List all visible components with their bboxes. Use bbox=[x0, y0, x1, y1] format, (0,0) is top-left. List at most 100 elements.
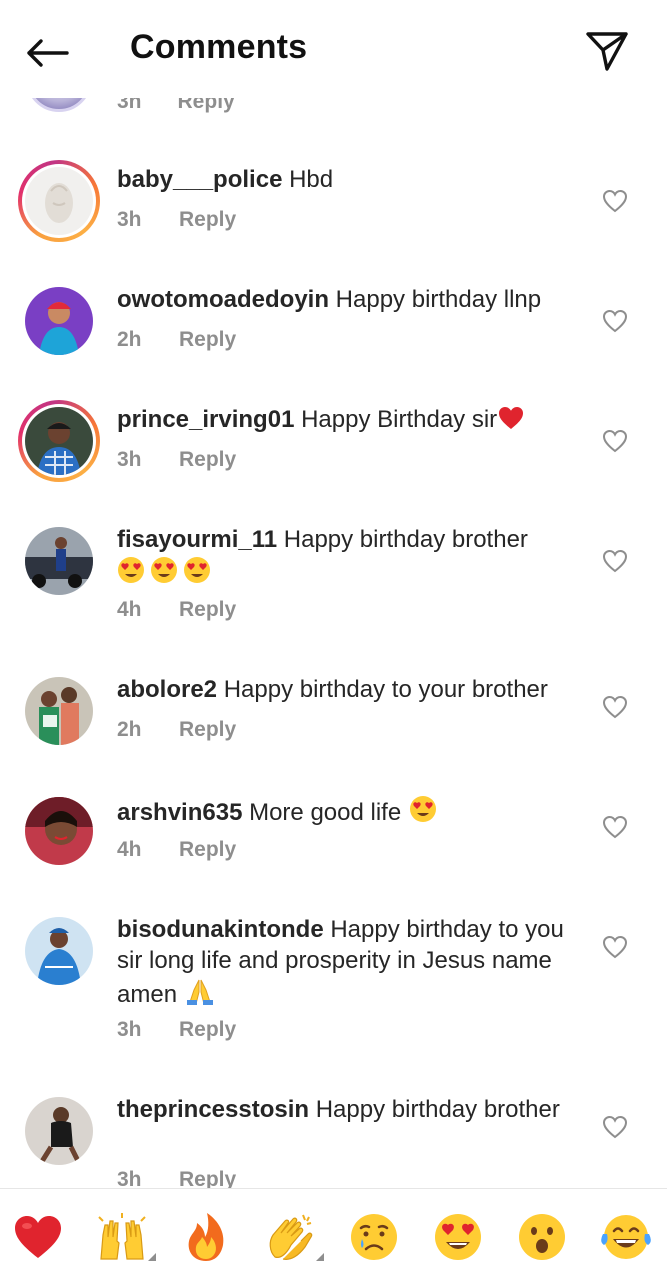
comment-item: fisayourmi_11 Happy birthday brother 4h R… bbox=[0, 520, 667, 650]
fire-emoji-button[interactable] bbox=[178, 1209, 234, 1265]
variant-indicator bbox=[316, 1253, 324, 1261]
comment-item: arshvin635 More good life 4h Reply bbox=[0, 790, 667, 890]
avatar[interactable] bbox=[18, 280, 100, 362]
avatar[interactable] bbox=[18, 520, 100, 602]
avatar-image bbox=[25, 917, 93, 985]
tears-of-joy-emoji bbox=[601, 1215, 651, 1259]
back-button[interactable] bbox=[20, 26, 74, 80]
red-heart-emoji bbox=[497, 405, 525, 439]
comment-meta: 3h Reply bbox=[117, 448, 236, 472]
like-button[interactable] bbox=[600, 546, 630, 576]
comment-body: arshvin635 More good life bbox=[117, 794, 579, 832]
like-button[interactable] bbox=[600, 812, 630, 842]
comment-meta: 3h Reply bbox=[117, 1018, 236, 1042]
comment-username[interactable]: prince_irving01 bbox=[117, 406, 294, 433]
red-heart-emoji bbox=[15, 1216, 61, 1258]
comment-time: 3h bbox=[117, 1018, 142, 1041]
comment-item: owotomoadedoyin Happy birthday llnp 2h Re… bbox=[0, 280, 667, 380]
comment-body: owotomoadedoyin Happy birthday llnp bbox=[117, 284, 579, 315]
heart-outline-icon bbox=[602, 695, 628, 719]
comment-text: Hbd bbox=[289, 166, 334, 193]
like-button[interactable] bbox=[600, 426, 630, 456]
heart-eyes-emoji bbox=[408, 794, 438, 832]
avatar bbox=[25, 167, 93, 235]
comment-text: Happy birthday llnp bbox=[335, 286, 542, 313]
reply-button[interactable]: Reply bbox=[179, 208, 236, 231]
tears-of-joy-emoji-button[interactable] bbox=[598, 1209, 654, 1265]
like-button[interactable] bbox=[600, 306, 630, 336]
comment-body: theprincesstosin Happy birthday brother bbox=[117, 1094, 579, 1125]
avatar-image bbox=[25, 527, 93, 595]
reply-button[interactable]: Reply bbox=[179, 1018, 236, 1041]
heart-eyes-emoji bbox=[117, 555, 213, 593]
avatar[interactable] bbox=[18, 910, 100, 992]
comment-time: 3h bbox=[117, 1168, 142, 1188]
comment-time: 3h bbox=[117, 448, 142, 471]
comment-meta: 4h Reply bbox=[117, 838, 236, 862]
comment-body: bisodunakintonde Happy birthday to you s… bbox=[117, 914, 579, 1014]
comment-text: Happy birthday to your brother bbox=[223, 676, 548, 703]
comment-username[interactable]: bisodunakintonde bbox=[117, 916, 324, 943]
header: Comments bbox=[0, 0, 667, 98]
reply-button[interactable]: Reply bbox=[179, 718, 236, 741]
avatar[interactable] bbox=[18, 670, 100, 752]
comment-list[interactable]: baby___police Hbd 3h Reply owotomoadedoy… bbox=[0, 120, 667, 1188]
comment-text: Happy birthday brother bbox=[315, 1096, 560, 1123]
comment-text: Happy Birthday sir bbox=[301, 406, 498, 433]
avatar-image bbox=[25, 287, 93, 355]
reply-button[interactable]: Reply bbox=[179, 328, 236, 351]
comment-item: prince_irving01 Happy Birthday sir 3h Rep… bbox=[0, 400, 667, 500]
comment-item: bisodunakintonde Happy birthday to you s… bbox=[0, 910, 667, 1070]
page-title: Comments bbox=[130, 28, 308, 66]
comment-time: 4h bbox=[117, 838, 142, 861]
comment-body: prince_irving01 Happy Birthday sir bbox=[117, 404, 579, 439]
emoji-reaction-bar bbox=[0, 1188, 667, 1288]
comment-meta: 2h Reply bbox=[117, 328, 236, 352]
comment-text: Happy birthday brother bbox=[283, 526, 528, 553]
red-heart-emoji-button[interactable] bbox=[10, 1209, 66, 1265]
heart-outline-icon bbox=[602, 1115, 628, 1139]
like-button[interactable] bbox=[600, 186, 630, 216]
avatar[interactable] bbox=[18, 790, 100, 872]
comment-username[interactable]: baby___police bbox=[117, 166, 282, 193]
reply-button[interactable]: Reply bbox=[179, 838, 236, 861]
comment-username[interactable]: fisayourmi_11 bbox=[117, 526, 277, 553]
avatar-image bbox=[25, 797, 93, 865]
clapping-hands-emoji-button[interactable] bbox=[262, 1209, 324, 1265]
avatar-image bbox=[25, 1097, 93, 1165]
reply-button[interactable]: Reply bbox=[179, 1168, 236, 1188]
folded-hands-emoji bbox=[184, 976, 216, 1014]
heart-outline-icon bbox=[602, 309, 628, 333]
comment-meta: 3h Reply bbox=[117, 1168, 236, 1188]
comment-item: baby___police Hbd 3h Reply bbox=[0, 160, 667, 260]
share-button[interactable] bbox=[580, 24, 634, 78]
raising-hands-emoji-button[interactable] bbox=[94, 1209, 156, 1265]
heart-outline-icon bbox=[602, 429, 628, 453]
like-button[interactable] bbox=[600, 692, 630, 722]
comment-time: 2h bbox=[117, 718, 142, 741]
like-button[interactable] bbox=[600, 1112, 630, 1142]
arrow-left-icon bbox=[27, 39, 69, 67]
surprised-face-emoji-button[interactable] bbox=[514, 1209, 570, 1265]
crying-face-emoji-button[interactable] bbox=[346, 1209, 402, 1265]
avatar[interactable] bbox=[18, 1090, 100, 1172]
avatar bbox=[25, 407, 93, 475]
surprised-face-emoji bbox=[519, 1214, 565, 1260]
comment-username[interactable]: theprincesstosin bbox=[117, 1096, 309, 1123]
variant-indicator bbox=[148, 1253, 156, 1261]
comment-username[interactable]: arshvin635 bbox=[117, 799, 242, 826]
avatar-story-ring[interactable] bbox=[18, 160, 100, 242]
avatar-story-ring[interactable] bbox=[18, 400, 100, 482]
crying-face-emoji bbox=[351, 1214, 397, 1260]
heart-eyes-emoji bbox=[435, 1214, 481, 1260]
comment-time: 2h bbox=[117, 328, 142, 351]
fire-emoji bbox=[188, 1213, 224, 1261]
comment-username[interactable]: owotomoadedoyin bbox=[117, 286, 329, 313]
reply-button[interactable]: Reply bbox=[179, 598, 236, 621]
heart-eyes-emoji-button[interactable] bbox=[430, 1209, 486, 1265]
paper-plane-icon bbox=[586, 32, 628, 71]
reply-button[interactable]: Reply bbox=[179, 448, 236, 471]
comment-username[interactable]: abolore2 bbox=[117, 676, 217, 703]
like-button[interactable] bbox=[600, 932, 630, 962]
comment-time: 3h bbox=[117, 208, 142, 231]
